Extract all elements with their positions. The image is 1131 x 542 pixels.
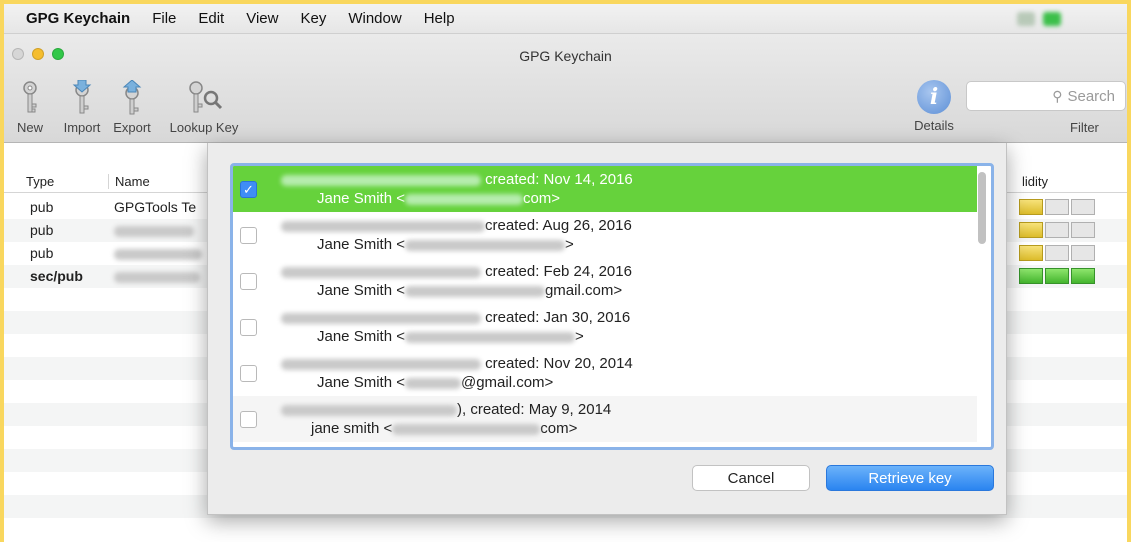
screenshot-frame: GPG Keychain File Edit View Key Window H… xyxy=(0,0,1131,542)
key-results-list[interactable]: ✓ created: Nov 14, 2016 Jane Smith < com>… xyxy=(230,163,994,450)
column-header-type[interactable]: Type xyxy=(26,174,54,189)
column-header-validity[interactable]: lidity xyxy=(1022,174,1048,189)
user-id: Jane Smith < xyxy=(317,328,405,345)
email-suffix: com> xyxy=(522,190,561,207)
key-name-redacted xyxy=(114,222,194,238)
email-redacted xyxy=(404,285,545,297)
validity-indicator xyxy=(1019,199,1095,215)
export-button[interactable]: Export xyxy=(106,80,158,135)
email-suffix: @gmail.com> xyxy=(460,374,554,391)
list-item[interactable]: created: Feb 24, 2016 Jane Smith < gmail.… xyxy=(233,258,977,304)
list-item[interactable]: created: Aug 26, 2016 Jane Smith < > xyxy=(233,212,977,258)
key-type: pub xyxy=(30,245,54,261)
search-placeholder: Search xyxy=(1067,87,1115,105)
menu-bar: GPG Keychain File Edit View Key Window H… xyxy=(4,4,1127,34)
filter-label: Filter xyxy=(1070,120,1099,135)
lookup-key-label: Lookup Key xyxy=(169,120,239,135)
menu-view[interactable]: View xyxy=(246,10,278,27)
email-redacted xyxy=(404,331,575,343)
created-date: created: Aug 26, 2016 xyxy=(485,217,632,234)
new-label: New xyxy=(16,120,43,135)
user-id: jane smith < xyxy=(311,420,393,437)
export-key-icon xyxy=(114,80,150,116)
email-redacted xyxy=(404,377,461,389)
email-suffix: > xyxy=(564,236,574,253)
import-button[interactable]: Import xyxy=(56,80,108,135)
key-name: GPGTools Te xyxy=(114,199,197,215)
window-toolbar: GPG Keychain New Import Export Lookup Ke… xyxy=(4,34,1127,143)
lookup-results-sheet: ✓ created: Nov 14, 2016 Jane Smith < com>… xyxy=(207,143,1007,515)
email-redacted xyxy=(404,239,565,251)
list-scrollbar[interactable] xyxy=(978,172,986,244)
key-id-redacted xyxy=(281,404,457,416)
column-header-name[interactable]: Name xyxy=(108,174,150,189)
created-date: created: Jan 30, 2016 xyxy=(485,309,631,326)
key-search-icon xyxy=(182,80,226,116)
created-date: created: Feb 24, 2016 xyxy=(485,263,632,280)
key-name-redacted xyxy=(114,245,202,261)
key-type: sec/pub xyxy=(30,268,83,284)
menu-help[interactable]: Help xyxy=(424,10,455,27)
search-field[interactable]: ⚲ Search xyxy=(966,81,1126,111)
key-id-redacted xyxy=(281,266,481,278)
key-icon xyxy=(12,80,48,116)
created-date: ), created: May 9, 2014 xyxy=(457,401,612,418)
menu-file[interactable]: File xyxy=(152,10,176,27)
key-id-redacted xyxy=(281,174,481,186)
import-key-icon xyxy=(64,80,100,116)
menu-key[interactable]: Key xyxy=(300,10,326,27)
created-date: created: Nov 20, 2014 xyxy=(485,355,633,372)
user-id: Jane Smith < xyxy=(317,190,405,207)
status-icon[interactable] xyxy=(1043,12,1061,26)
validity-indicator xyxy=(1019,245,1095,261)
import-label: Import xyxy=(63,120,101,135)
menu-app-name[interactable]: GPG Keychain xyxy=(26,10,130,27)
lookup-key-button[interactable]: Lookup Key xyxy=(162,80,246,135)
menu-window[interactable]: Window xyxy=(348,10,401,27)
key-type: pub xyxy=(30,222,54,238)
key-checkbox[interactable] xyxy=(240,227,257,244)
list-item[interactable]: ), created: May 9, 2014 jane smith < com> xyxy=(233,396,977,442)
key-id-redacted xyxy=(281,358,481,370)
status-icons xyxy=(1017,12,1087,26)
email-suffix: gmail.com> xyxy=(544,282,623,299)
list-item[interactable]: created: Jan 30, 2016 Jane Smith < > xyxy=(233,304,977,350)
key-id-redacted xyxy=(281,220,485,232)
cancel-button[interactable]: Cancel xyxy=(692,465,810,491)
key-checkbox[interactable] xyxy=(240,319,257,336)
key-checkbox[interactable] xyxy=(240,411,257,428)
email-suffix: com> xyxy=(540,420,578,437)
list-item[interactable]: ✓ created: Nov 14, 2016 Jane Smith < com> xyxy=(233,166,977,212)
email-redacted xyxy=(392,423,541,435)
email-redacted xyxy=(404,193,523,205)
created-date: created: Nov 14, 2016 xyxy=(485,171,633,188)
key-checkbox[interactable]: ✓ xyxy=(240,181,257,198)
export-label: Export xyxy=(113,120,151,135)
info-icon: i xyxy=(917,80,951,114)
key-type: pub xyxy=(30,199,54,215)
key-id-redacted xyxy=(281,312,481,324)
validity-indicator xyxy=(1019,268,1095,284)
retrieve-key-button[interactable]: Retrieve key xyxy=(826,465,994,491)
validity-indicator xyxy=(1019,222,1095,238)
menu-edit[interactable]: Edit xyxy=(198,10,224,27)
user-id: Jane Smith < xyxy=(317,282,405,299)
search-icon: ⚲ xyxy=(1052,87,1063,104)
user-id: Jane Smith < xyxy=(317,236,405,253)
details-button[interactable]: i Details xyxy=(902,80,966,133)
details-label: Details xyxy=(914,118,954,133)
window-title: GPG Keychain xyxy=(519,48,612,64)
status-icon[interactable] xyxy=(1017,12,1035,26)
user-id: Jane Smith < xyxy=(317,374,405,391)
new-key-button[interactable]: New xyxy=(8,80,52,135)
key-name-redacted xyxy=(114,268,200,284)
list-item[interactable]: created: Nov 20, 2014 Jane Smith < @gmail… xyxy=(233,350,977,396)
email-suffix: > xyxy=(574,328,584,345)
key-checkbox[interactable] xyxy=(240,273,257,290)
key-checkbox[interactable] xyxy=(240,365,257,382)
